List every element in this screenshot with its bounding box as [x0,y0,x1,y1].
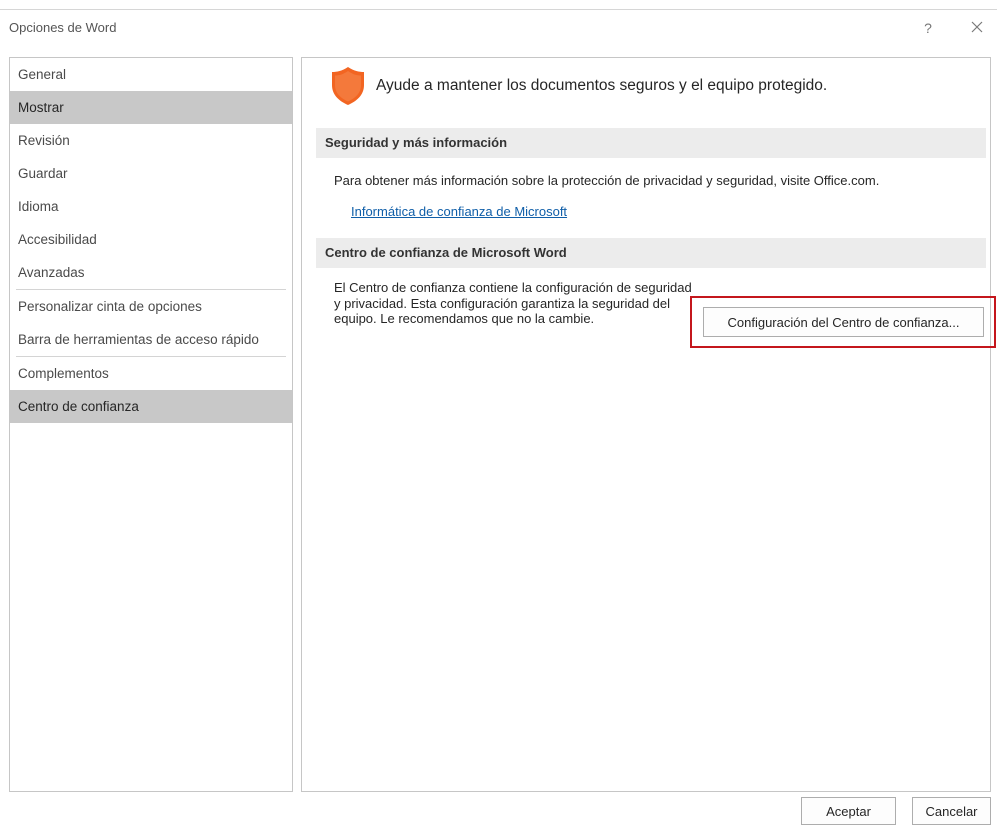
sidebar-item-complementos[interactable]: Complementos [10,357,292,390]
section-heading-centro-confianza: Centro de confianza de Microsoft Word [316,238,986,268]
options-sidebar: General Mostrar Revisión Guardar Idioma … [9,57,293,792]
dialog-title: Opciones de Word [9,20,117,35]
hero-banner: Ayude a mantener los documentos seguros … [330,66,827,106]
shield-icon [332,67,364,105]
sidebar-item-revision[interactable]: Revisión [10,124,292,157]
sidebar-item-mostrar[interactable]: Mostrar [10,91,292,124]
ok-button[interactable]: Aceptar [801,797,896,825]
sidebar-item-idioma[interactable]: Idioma [10,190,292,223]
window-top-border [0,9,997,10]
sidebar-item-centro-confianza[interactable]: Centro de confianza [10,390,292,423]
help-button[interactable]: ? [917,17,939,39]
hero-text: Ayude a mantener los documentos seguros … [376,77,828,94]
cancel-button[interactable]: Cancelar [912,797,991,825]
sidebar-item-general[interactable]: General [10,58,292,91]
sidebar-item-avanzadas[interactable]: Avanzadas [10,256,292,289]
trust-center-settings-button[interactable]: Configuración del Centro de confianza... [703,307,984,337]
sidebar-item-guardar[interactable]: Guardar [10,157,292,190]
section-heading-seguridad: Seguridad y más información [316,128,986,158]
trustworthy-computing-link[interactable]: Informática de confianza de Microsoft [351,204,567,219]
trust-center-panel: Ayude a mantener los documentos seguros … [301,57,996,792]
privacy-info-text: Para obtener más información sobre la pr… [334,173,880,188]
sidebar-item-personalizar-cinta[interactable]: Personalizar cinta de opciones [10,290,292,323]
close-button[interactable] [964,17,990,39]
trust-center-description: El Centro de confianza contiene la confi… [334,280,692,326]
sidebar-item-barra-acceso-rapido[interactable]: Barra de herramientas de acceso rápido [10,323,292,356]
sidebar-item-accesibilidad[interactable]: Accesibilidad [10,223,292,256]
close-icon [971,21,983,33]
